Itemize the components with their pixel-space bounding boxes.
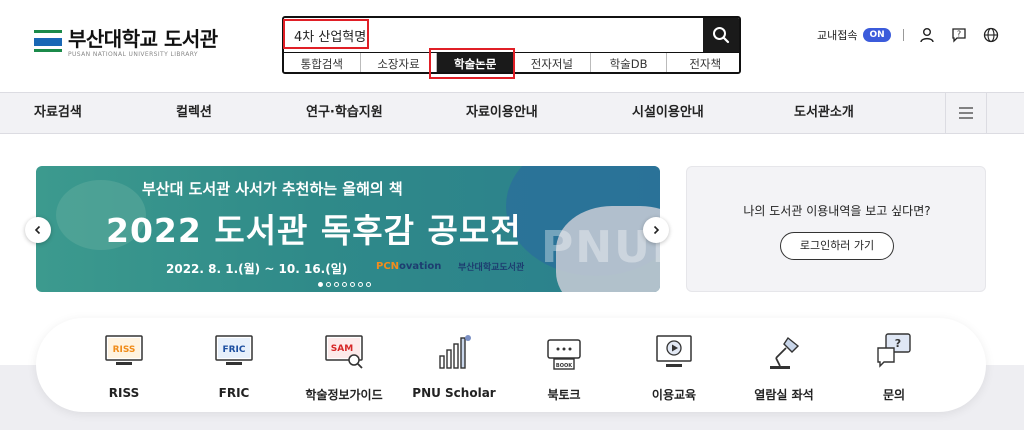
nav-item-about[interactable]: 도서관소개 bbox=[794, 93, 854, 133]
utility-divider bbox=[902, 29, 904, 41]
login-button[interactable]: 로그인하러 가기 bbox=[780, 232, 894, 260]
search-input[interactable] bbox=[284, 18, 706, 52]
login-card: 나의 도서관 이용내역을 보고 싶다면? 로그인하러 가기 bbox=[686, 166, 986, 292]
login-message: 나의 도서관 이용내역을 보고 싶다면? bbox=[743, 204, 931, 218]
sam-guide-icon: SAM bbox=[325, 335, 363, 369]
banner-title: 2022 도서관 독후감 공모전 bbox=[106, 211, 522, 250]
search-tab-articles[interactable]: 학술논문 bbox=[437, 53, 515, 72]
banner-subtitle: 부산대 도서관 사서가 추천하는 올해의 책 bbox=[142, 180, 403, 198]
library-banner-logo: 부산대학교도서관 bbox=[458, 263, 525, 273]
bar-chart-icon bbox=[439, 335, 471, 369]
quick-link-book-talk[interactable]: BOOK 북토크 bbox=[514, 332, 614, 403]
banner-dot[interactable] bbox=[326, 282, 331, 287]
quick-links: RISS RISS FRIC FRIC SAM 학술정보가이드 PNU Scho… bbox=[36, 318, 986, 412]
library-emblem-icon bbox=[34, 28, 62, 54]
banner-prev-button[interactable] bbox=[25, 217, 51, 243]
logo-subtitle: PUSAN NATIONAL UNIVERSITY LIBRARY bbox=[68, 51, 198, 58]
svg-text:FRIC: FRIC bbox=[222, 345, 245, 355]
quick-link-label: 북토크 bbox=[547, 388, 581, 402]
search-box: 통합검색 소장자료 학술논문 전자저널 학술DB 전자책 bbox=[282, 16, 741, 74]
quick-link-label: FRIC bbox=[218, 386, 250, 400]
globe-icon[interactable] bbox=[982, 26, 1000, 44]
campus-access-toggle[interactable]: ON bbox=[863, 28, 891, 42]
library-logo[interactable]: 부산대학교 도서관 PUSAN NATIONAL UNIVERSITY LIBR… bbox=[34, 28, 218, 58]
nav-item-collection[interactable]: 컬렉션 bbox=[176, 93, 212, 133]
nav-item-research-support[interactable]: 연구·학습지원 bbox=[306, 93, 383, 133]
banner-dot[interactable] bbox=[358, 282, 363, 287]
chevron-right-icon bbox=[653, 225, 660, 235]
banner-dot[interactable] bbox=[350, 282, 355, 287]
nav-item-search[interactable]: 자료검색 bbox=[34, 93, 82, 133]
search-icon bbox=[713, 27, 730, 44]
quick-link-label: 문의 bbox=[882, 388, 906, 402]
video-monitor-icon bbox=[656, 335, 692, 367]
desk-lamp-icon bbox=[770, 336, 800, 369]
search-tab-holdings[interactable]: 소장자료 bbox=[360, 53, 438, 72]
svg-text:?: ? bbox=[895, 337, 901, 350]
question-chat-icon: ? bbox=[877, 333, 911, 368]
quick-link-label: RISS bbox=[108, 386, 140, 400]
book-talk-icon: BOOK bbox=[547, 339, 581, 370]
search-button[interactable] bbox=[703, 18, 739, 52]
quick-link-label: 학술정보가이드 bbox=[305, 388, 383, 402]
quick-link-user-education[interactable]: 이용교육 bbox=[624, 332, 724, 403]
banner-date: 2022. 8. 1.(월) ~ 10. 16.(일) bbox=[166, 262, 348, 276]
quick-link-label: 열람실 좌석 bbox=[754, 388, 814, 402]
header: 부산대학교 도서관 PUSAN NATIONAL UNIVERSITY LIBR… bbox=[0, 0, 1024, 92]
help-chat-icon[interactable]: ? bbox=[950, 26, 968, 44]
svg-text:RISS: RISS bbox=[113, 345, 136, 355]
search-tab-ejournals[interactable]: 전자저널 bbox=[514, 53, 591, 72]
banner-dot[interactable] bbox=[366, 282, 371, 287]
quick-link-pnu-scholar[interactable]: PNU Scholar bbox=[404, 332, 504, 400]
utility-bar: 교내접속 ON ? bbox=[817, 24, 1014, 46]
svg-text:BOOK: BOOK bbox=[556, 363, 573, 369]
banner-dot[interactable] bbox=[318, 282, 323, 287]
quick-link-info-guide[interactable]: SAM 학술정보가이드 bbox=[294, 332, 394, 403]
banner-dot[interactable] bbox=[342, 282, 347, 287]
pcnovation-logo: PCNovation bbox=[376, 261, 442, 272]
banner-dot[interactable] bbox=[334, 282, 339, 287]
search-scope-tabs: 통합검색 소장자료 학술논문 전자저널 학술DB 전자책 bbox=[284, 52, 739, 72]
chevron-left-icon bbox=[34, 225, 41, 235]
fric-icon: FRIC bbox=[215, 335, 253, 365]
menu-button[interactable] bbox=[945, 93, 987, 133]
quick-link-inquiry[interactable]: ? 문의 bbox=[844, 332, 944, 403]
quick-link-label: PNU Scholar bbox=[412, 386, 496, 400]
svg-text:?: ? bbox=[957, 30, 961, 39]
quick-link-reading-room-seats[interactable]: 열람실 좌석 bbox=[734, 332, 834, 403]
user-icon[interactable] bbox=[918, 26, 936, 44]
search-tab-integrated[interactable]: 통합검색 bbox=[284, 53, 361, 72]
campus-access-label: 교내접속 bbox=[817, 29, 858, 42]
search-tab-ebooks[interactable]: 전자책 bbox=[667, 53, 739, 72]
quick-link-label: 이용교육 bbox=[651, 388, 697, 402]
logo-title: 부산대학교 도서관 bbox=[68, 27, 218, 51]
quick-link-fric[interactable]: FRIC FRIC bbox=[184, 332, 284, 400]
search-tab-academic-db[interactable]: 학술DB bbox=[590, 53, 668, 72]
hamburger-icon bbox=[959, 107, 973, 119]
banner-pagination bbox=[318, 282, 374, 287]
quick-link-riss[interactable]: RISS RISS bbox=[74, 332, 174, 400]
nav-item-usage-guide[interactable]: 자료이용안내 bbox=[466, 93, 538, 133]
main-navigation: 자료검색 컬렉션 연구·학습지원 자료이용안내 시설이용안내 도서관소개 bbox=[0, 92, 1024, 134]
nav-item-facilities[interactable]: 시설이용안내 bbox=[632, 93, 704, 133]
svg-text:SAM: SAM bbox=[331, 344, 353, 354]
banner-next-button[interactable] bbox=[643, 217, 669, 243]
riss-icon: RISS bbox=[105, 335, 143, 365]
promo-banner[interactable]: PNUL 부산대 도서관 사서가 추천하는 올해의 책 2022 도서관 독후감… bbox=[36, 166, 660, 292]
